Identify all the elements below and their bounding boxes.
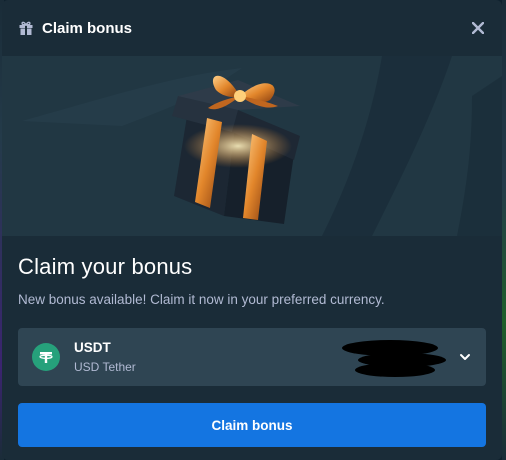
chevron-down-icon <box>460 354 470 360</box>
modal-title: Claim bonus <box>42 19 133 37</box>
currency-info: USDT USD Tether <box>74 340 136 374</box>
content-description: New bonus available! Claim it now in you… <box>18 292 385 307</box>
redacted-balance <box>342 340 446 377</box>
currency-select[interactable]: USDT USD Tether <box>18 328 486 386</box>
close-icon <box>472 22 484 34</box>
content-title: Claim your bonus <box>18 254 193 279</box>
modal-header: Claim bonus <box>2 0 502 56</box>
backdrop-edge-right <box>502 0 506 460</box>
claim-bonus-modal: Claim bonus Claim your bonus New bonus a… <box>2 0 502 460</box>
gift-box-illustration <box>22 56 502 236</box>
bonus-banner <box>2 56 502 236</box>
gift-icon <box>18 20 34 36</box>
currency-code: USDT <box>74 340 111 355</box>
tether-icon <box>32 343 60 371</box>
claim-bonus-button[interactable]: Claim bonus <box>18 403 486 447</box>
close-button[interactable] <box>468 18 488 38</box>
currency-name: USD Tether <box>74 360 136 374</box>
